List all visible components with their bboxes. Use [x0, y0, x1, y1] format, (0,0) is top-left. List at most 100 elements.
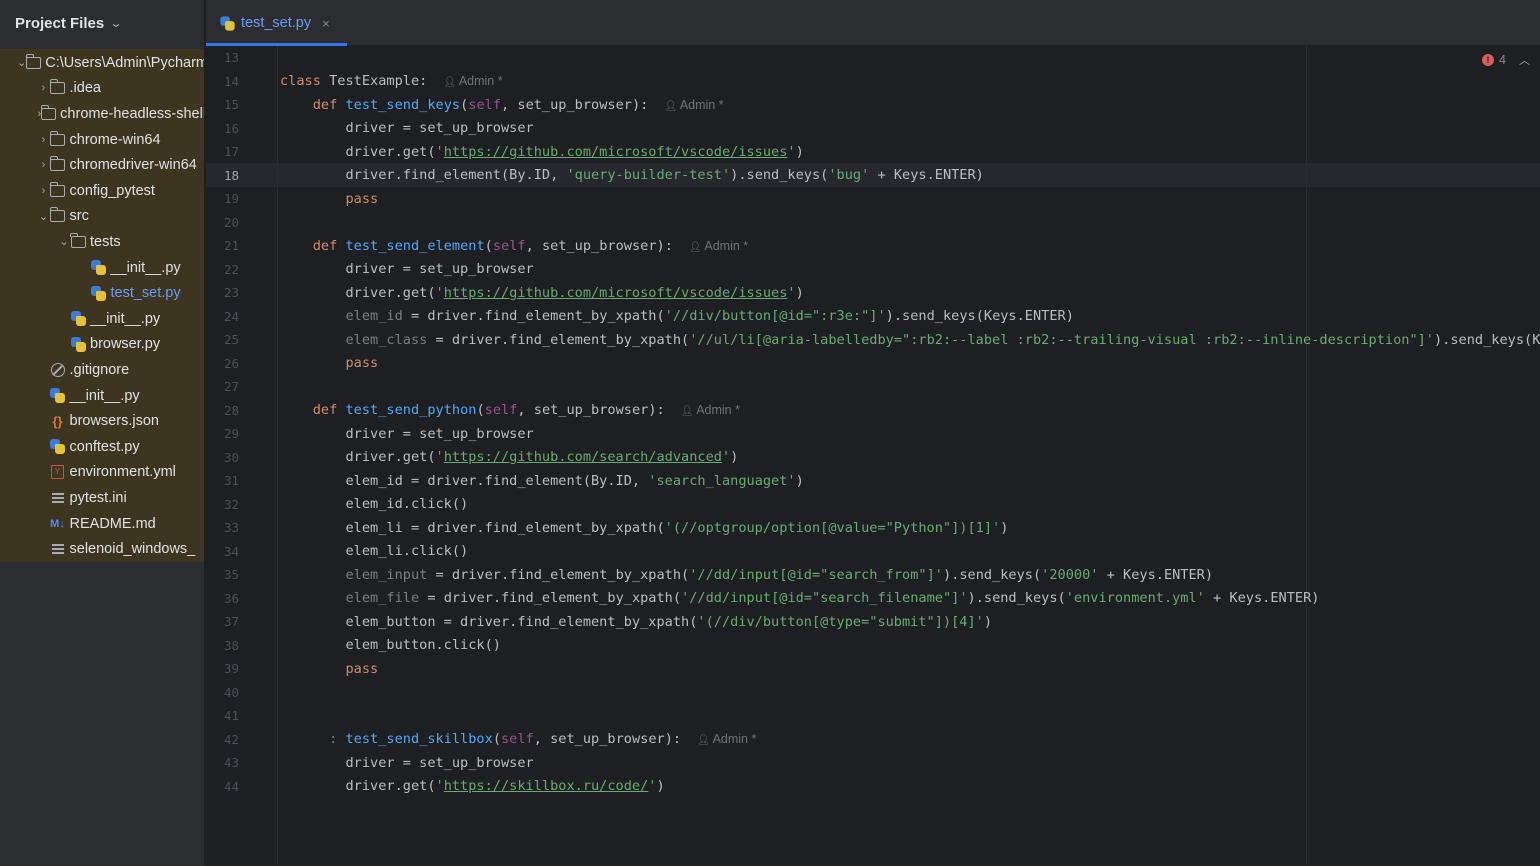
tree-item-label: .idea: [69, 80, 101, 97]
ignore-file-icon: [50, 362, 66, 377]
tree-item[interactable]: › chrome-win64: [0, 127, 204, 153]
tab-test-set-py[interactable]: test_set.py ×: [206, 0, 347, 46]
python-file-icon: [50, 439, 66, 455]
user-icon: 👤︎: [664, 100, 680, 112]
code-token: pass: [345, 190, 379, 207]
tree-item-label: chrome-headless-shell: [60, 105, 205, 122]
tree-item[interactable]: .gitignore: [0, 357, 204, 383]
code-token: ': [787, 284, 796, 301]
tree-item[interactable]: __init__.py: [0, 383, 204, 409]
author-hint[interactable]: 👤︎ Admin *: [689, 239, 748, 253]
code-token: 'bug': [828, 167, 870, 184]
code-token: driver.get(: [280, 449, 436, 466]
code-token: '//dd/input[@id="search_filename"]': [681, 590, 968, 607]
chevron-down-icon[interactable]: ⌄: [38, 210, 50, 223]
code-token: ': [721, 449, 731, 466]
tree-item[interactable]: pytest.ini: [0, 485, 204, 511]
chevron-right-icon[interactable]: ›: [38, 185, 50, 197]
code-text: driver.get('https://github.com/microsoft…: [280, 284, 803, 301]
author-hint[interactable]: 👤︎ Admin *: [697, 732, 756, 746]
chevron-down-icon[interactable]: ⌄: [58, 235, 70, 248]
error-icon: !: [1482, 54, 1495, 66]
tree-item[interactable]: conftest.py: [0, 434, 204, 460]
code-token: test_send_element: [345, 237, 485, 254]
code-text: def test_send_keys(self, set_up_browser)…: [280, 97, 724, 113]
chevron-right-icon[interactable]: ›: [38, 134, 50, 146]
project-files-dropdown[interactable]: Project Files ⌄: [0, 0, 204, 46]
code-token: ).send_keys(Keys.ENTER): [1434, 331, 1540, 348]
code-text: elem_id = driver.find_element_by_xpath('…: [280, 308, 1074, 325]
code-text: driver = set_up_browser: [280, 426, 533, 442]
author-hint[interactable]: 👤︎ Admin *: [443, 74, 502, 88]
tree-item-label: __init__.py: [110, 259, 181, 276]
tree-item[interactable]: › chrome-headless-shell: [0, 101, 205, 127]
problems-count: 4: [1499, 53, 1506, 67]
code-link[interactable]: https://github.com/microsoft/vscode/issu…: [444, 285, 788, 301]
code-token: 'query-builder-test': [566, 167, 731, 184]
line-number: 13: [223, 50, 239, 66]
close-tab-icon[interactable]: ×: [322, 16, 330, 31]
tree-item[interactable]: test_set.py: [0, 280, 204, 306]
code-token: class: [280, 73, 330, 90]
tree-item-label: src: [69, 208, 89, 225]
folder-icon: [49, 130, 66, 147]
code-link[interactable]: https://github.com/search/advanced: [444, 449, 722, 465]
code-token: ): [983, 613, 993, 630]
tree-item[interactable]: selenoid_windows_: [0, 536, 204, 562]
line-number: 18: [223, 167, 239, 183]
tree-item[interactable]: ⌄ src: [0, 204, 204, 230]
chevron-down-icon[interactable]: ⌄: [17, 56, 26, 69]
chevron-up-icon[interactable]: ︿: [1519, 52, 1530, 68]
code-link[interactable]: https://skillbox.ru/code/: [444, 778, 649, 794]
tree-item[interactable]: M↓ README.md: [0, 511, 204, 537]
code-link[interactable]: https://github.com/microsoft/vscode/issu…: [444, 144, 788, 160]
tree-item-label: environment.yml: [69, 464, 176, 481]
code-editor[interactable]: 13 14 class TestExample: 👤︎ Admin * 15 def t…: [206, 46, 1540, 866]
tree-item-label: chrome-win64: [69, 131, 161, 148]
code-token: + Keys.ENTER): [1098, 566, 1214, 583]
inspection-widget[interactable]: ! 4 ︿: [1482, 52, 1530, 68]
tree-item[interactable]: {} browsers.json: [0, 408, 204, 434]
tree-item[interactable]: __init__.py: [0, 306, 204, 332]
line-number: 23: [223, 285, 239, 301]
tree-item[interactable]: › config_pytest: [0, 178, 204, 204]
code-token: pass: [345, 355, 379, 372]
code-token: ): [795, 143, 804, 160]
line-number: 27: [223, 379, 239, 395]
tree-item[interactable]: ⌄ C:\Users\Admin\PycharmProjects: [0, 50, 204, 76]
code-token: test_send_skillbox: [345, 731, 493, 748]
tree-item[interactable]: › chromedriver-win64: [0, 152, 204, 178]
tree-item[interactable]: Yenvironment.yml: [0, 460, 204, 486]
folder-icon: [40, 104, 57, 121]
tree-item[interactable]: ⌄ tests: [0, 229, 204, 255]
tree-item[interactable]: browser.py: [0, 332, 204, 358]
code-token: (: [476, 402, 485, 419]
line-number: 37: [223, 614, 239, 630]
tree-item[interactable]: › .idea: [0, 76, 204, 102]
chevron-right-icon[interactable]: ›: [38, 82, 50, 94]
line-number: 42: [223, 731, 239, 747]
code-token: def: [312, 96, 346, 113]
markdown-file-icon: M↓: [50, 517, 65, 530]
project-panel-title: Project Files: [15, 14, 105, 32]
code-text: def test_send_element(self, set_up_brows…: [280, 238, 748, 254]
author-hint[interactable]: 👤︎ Admin *: [664, 98, 723, 112]
code-text: elem_button = driver.find_element_by_xpa…: [280, 614, 992, 630]
code-token: ': [787, 143, 796, 160]
code-text: elem_id.click(): [280, 496, 468, 512]
text-file-icon: [50, 491, 66, 505]
tree-item[interactable]: __init__.py: [0, 255, 204, 281]
chevron-right-icon[interactable]: ›: [38, 159, 50, 171]
code-token: :: [329, 731, 346, 748]
code-token: ).send_keys(Keys.ENTER): [885, 308, 1074, 325]
code-token: '//div/button[@id=":r3e:"]': [664, 308, 886, 325]
code-token: elem_li = driver.find_element_by_xpath(: [280, 519, 665, 536]
editor-tab-bar: test_set.py ×: [206, 0, 1540, 46]
line-number: 44: [223, 778, 239, 794]
code-text: driver.find_element(By.ID, 'query-builde…: [280, 167, 983, 184]
code-token: ): [795, 472, 804, 489]
author-hint[interactable]: 👤︎ Admin *: [681, 403, 740, 417]
